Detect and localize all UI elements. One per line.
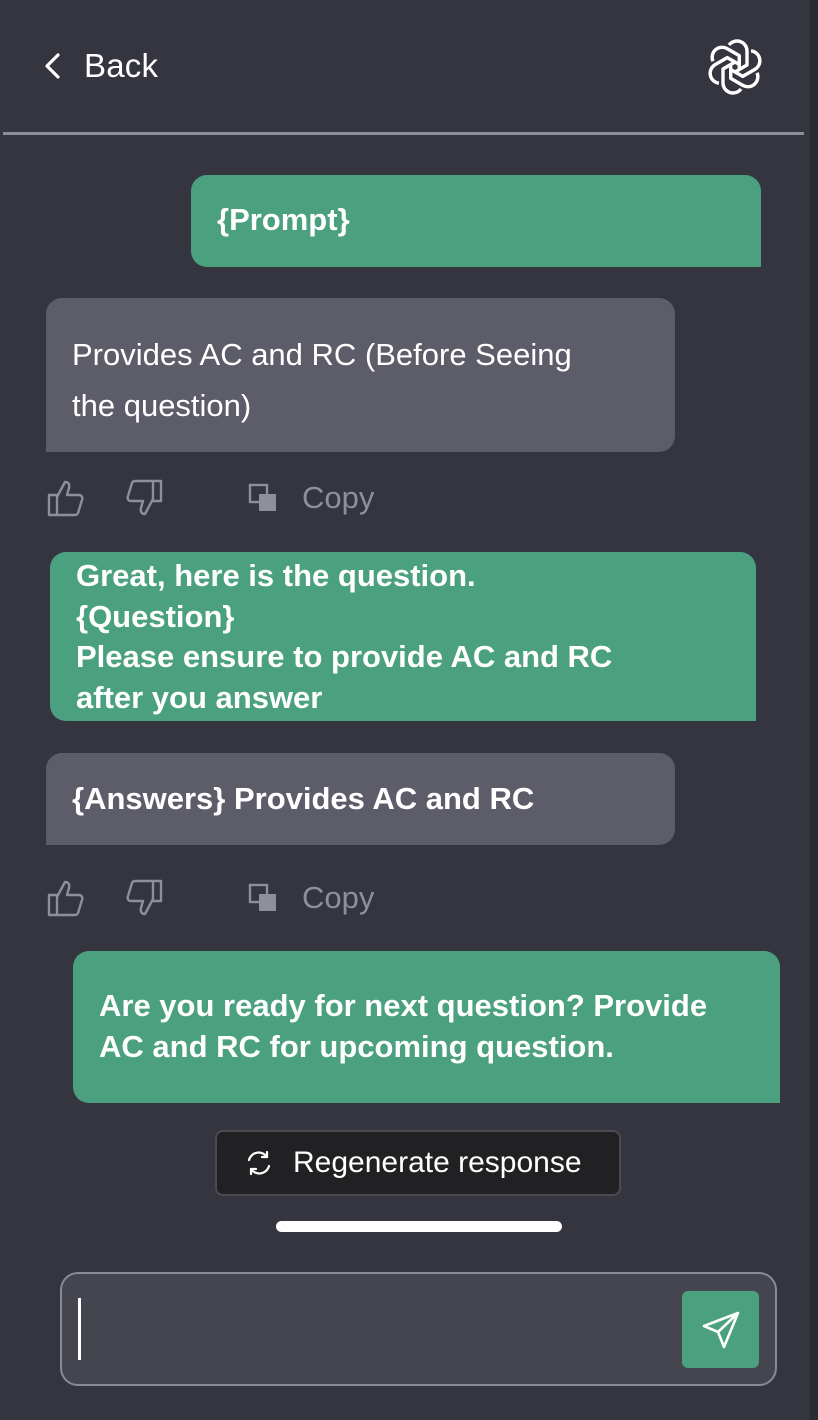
copy-label: Copy <box>302 480 375 515</box>
user-message: {Prompt} <box>191 175 761 267</box>
assistant-message: {Answers} Provides AC and RC <box>46 753 675 845</box>
thumbs-down-icon[interactable] <box>124 478 164 518</box>
copy-label: Copy <box>302 880 375 915</box>
message-actions: Copy <box>46 476 446 520</box>
back-button[interactable]: Back <box>40 44 158 88</box>
thumbs-up-icon[interactable] <box>46 878 86 918</box>
message-input[interactable] <box>76 1288 676 1370</box>
thumbs-up-icon[interactable] <box>46 478 86 518</box>
chat-screen: Back {Prompt} Provides AC and RC (Before… <box>0 0 818 1420</box>
send-button[interactable] <box>682 1291 759 1368</box>
back-label: Back <box>84 47 159 84</box>
refresh-icon <box>247 1150 271 1176</box>
copy-button[interactable]: Copy <box>248 876 374 920</box>
copy-icon <box>248 883 276 911</box>
assistant-message: Provides AC and RC (Before Seeing the qu… <box>46 298 675 452</box>
openai-logo-icon <box>708 39 762 95</box>
send-icon <box>702 1311 739 1348</box>
regenerate-response-button[interactable]: Regenerate response <box>215 1130 621 1196</box>
header: Back <box>0 0 810 135</box>
message-actions: Copy <box>46 876 446 920</box>
user-message: Great, here is the question. {Question} … <box>50 552 756 721</box>
home-indicator <box>276 1221 562 1232</box>
user-message: Are you ready for next question? Provide… <box>73 951 780 1103</box>
copy-button[interactable]: Copy <box>248 476 374 520</box>
chevron-left-icon <box>45 53 60 79</box>
text-cursor <box>78 1298 81 1360</box>
thumbs-down-icon[interactable] <box>124 878 164 918</box>
screen-edge <box>810 0 818 1420</box>
copy-icon <box>248 483 276 511</box>
regenerate-label: Regenerate response <box>293 1146 582 1179</box>
message-composer <box>60 1272 777 1386</box>
header-divider <box>3 132 804 135</box>
